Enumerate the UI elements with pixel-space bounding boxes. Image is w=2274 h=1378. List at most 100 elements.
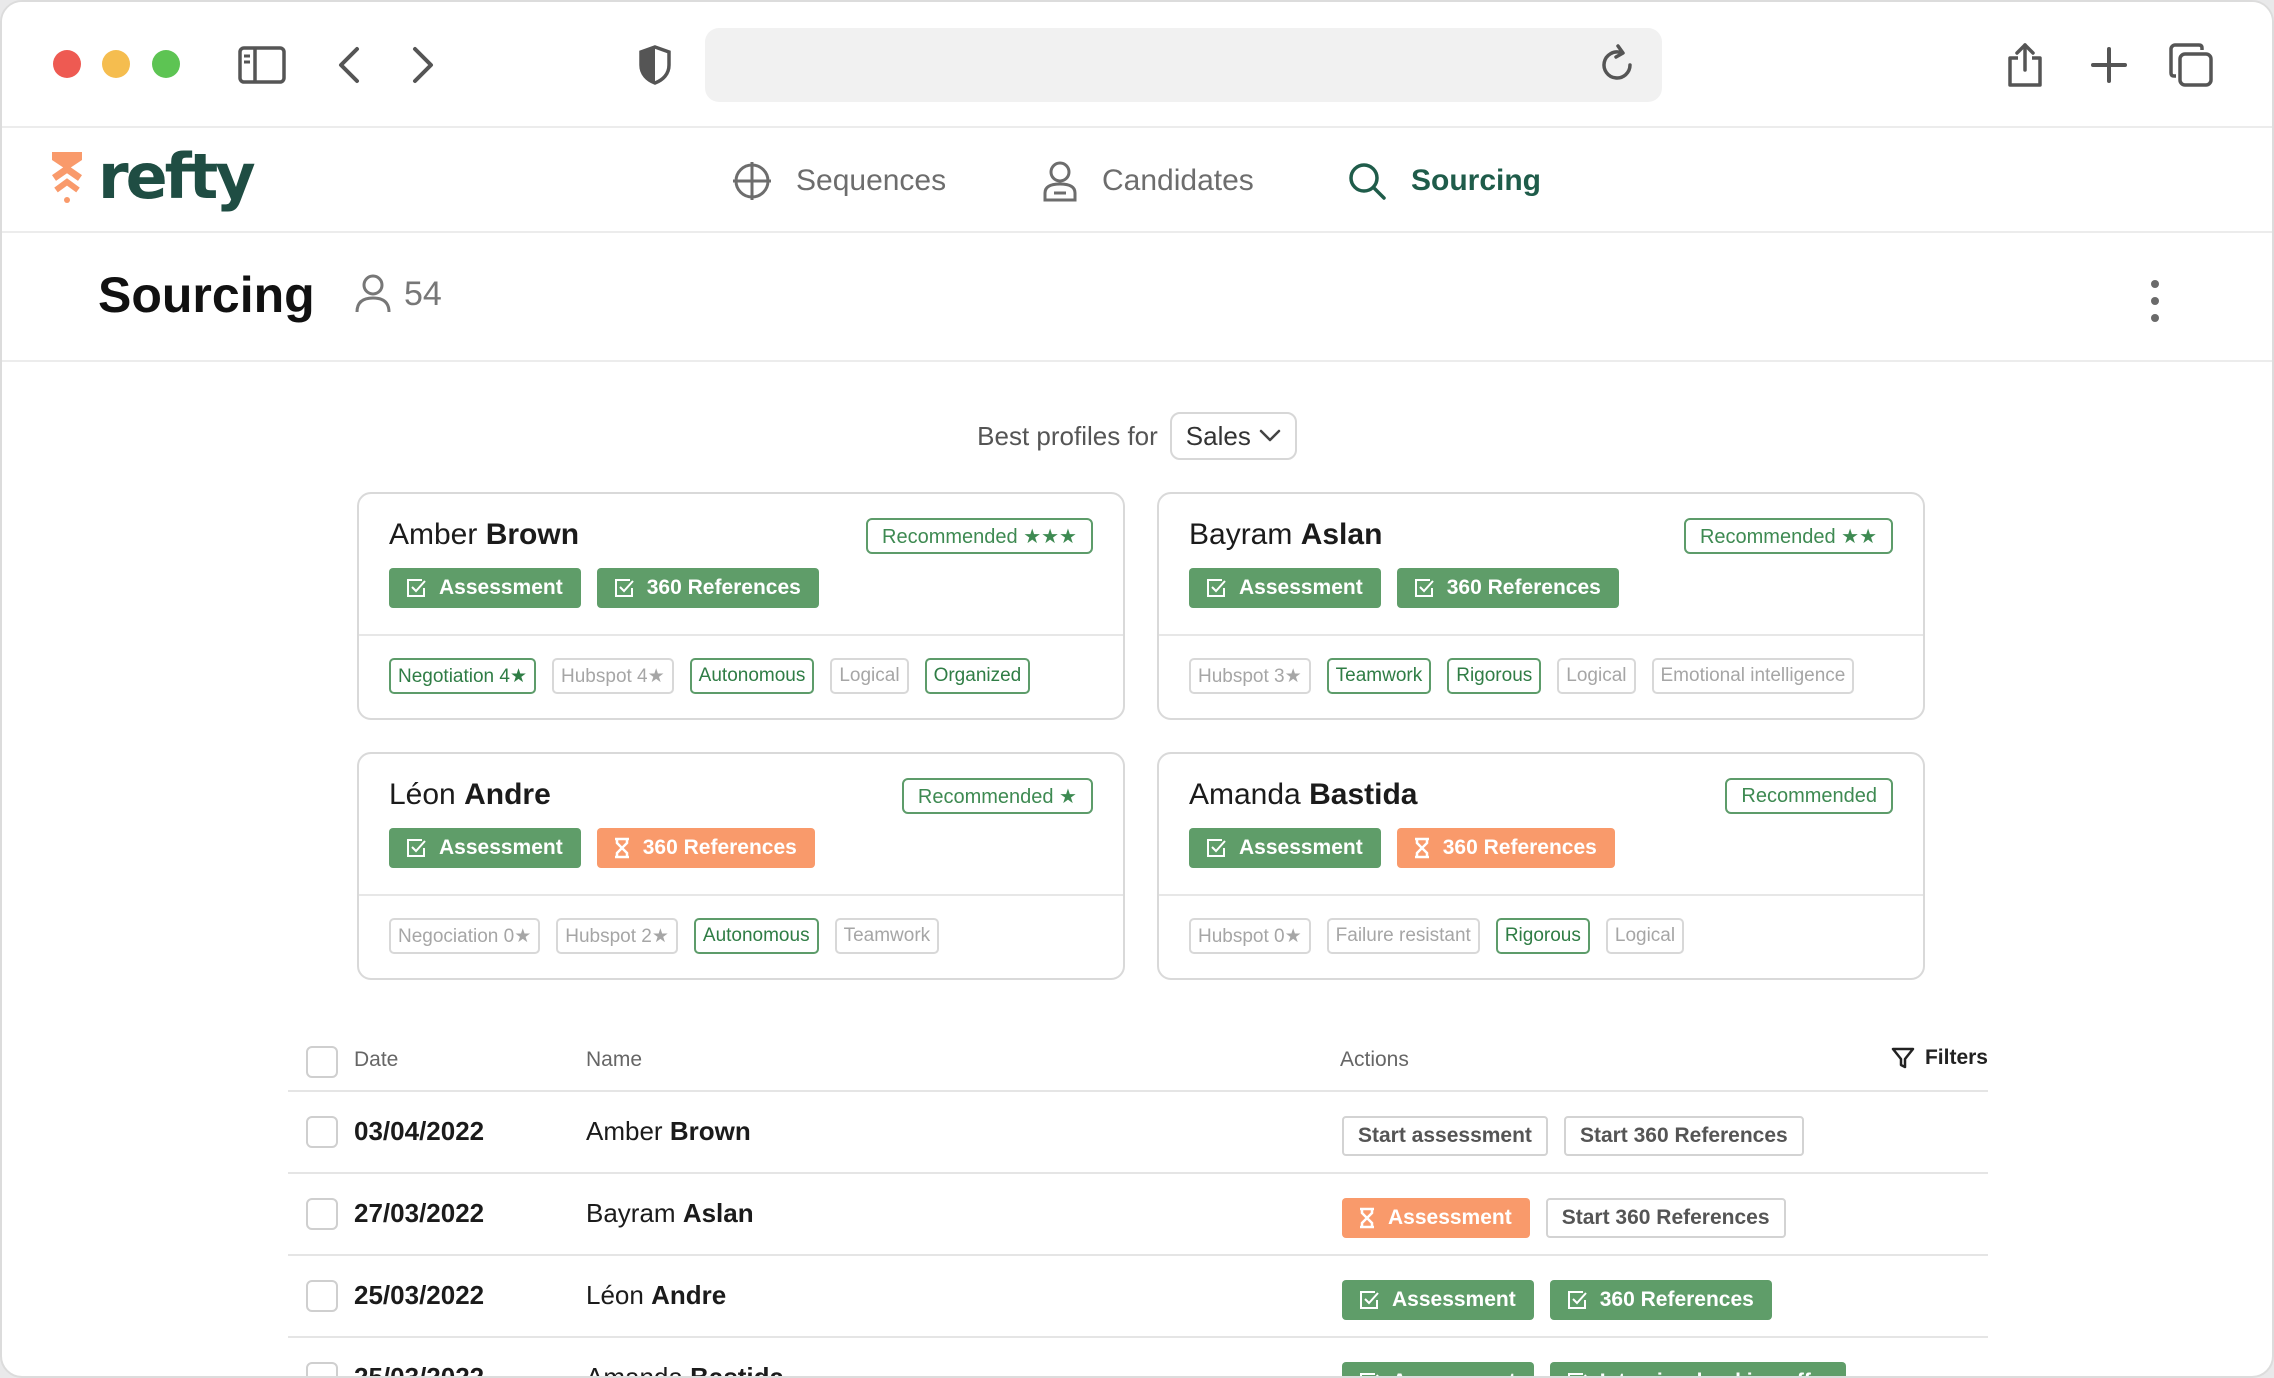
nav-sequences[interactable]: Sequences	[732, 130, 946, 231]
forward-icon[interactable]	[398, 40, 448, 90]
candidate-name[interactable]: Amanda Bastida	[1189, 778, 1417, 812]
filters-button[interactable]: Filters	[1891, 1046, 1988, 1070]
candidate-card[interactable]: Bayram Aslan Recommended ★★ Assessment 36…	[1157, 492, 1925, 720]
select-all-checkbox[interactable]	[306, 1046, 338, 1078]
reload-icon[interactable]	[1594, 42, 1640, 88]
skill-tag: Teamwork	[1326, 658, 1432, 694]
nav-sourcing[interactable]: Sourcing	[1347, 130, 1541, 231]
references-button[interactable]: 360 References	[596, 568, 819, 608]
table-row[interactable]: 25/03/2022 Amanda Bastida Assessment Inte…	[288, 1338, 1988, 1376]
candidate-card[interactable]: Amber Brown Recommended ★★★ Assessment 36…	[357, 492, 1125, 720]
minimize-window-button[interactable]	[102, 50, 130, 78]
table-header: Date Name Actions Filters	[288, 1032, 1988, 1092]
references-button[interactable]: 360 References	[596, 828, 815, 868]
row-name[interactable]: Amanda Bastida	[586, 1362, 784, 1376]
assessment-button[interactable]: Assessment	[1189, 828, 1381, 868]
skill-tag: Logical	[1605, 918, 1685, 954]
first-name: Bayram	[586, 1198, 676, 1228]
nav-label: Sourcing	[1411, 163, 1542, 197]
crosshair-icon	[733, 161, 771, 200]
name-column-header[interactable]: Name	[586, 1048, 642, 1072]
address-bar[interactable]	[705, 28, 1662, 102]
logo-wordmark: refty	[98, 140, 256, 213]
button-label: 360 References	[642, 836, 797, 859]
first-name: Léon	[389, 778, 456, 811]
last-name: Bastida	[1309, 778, 1418, 811]
logo-chevrons-icon	[52, 152, 82, 203]
app-header: refty Sequences Candidates Sourcing	[2, 130, 2272, 233]
button-label: Interview booking off...	[1600, 1370, 1829, 1376]
row-checkbox[interactable]	[306, 1198, 338, 1230]
action-button[interactable]: Start assessment	[1342, 1116, 1548, 1156]
candidate-name[interactable]: Bayram Aslan	[1189, 518, 1382, 552]
more-options-icon[interactable]	[2148, 280, 2162, 322]
candidate-name[interactable]: Amber Brown	[389, 518, 579, 552]
share-icon[interactable]	[2000, 40, 2050, 90]
action-button[interactable]: Assessment	[1342, 1362, 1534, 1376]
row-checkbox[interactable]	[306, 1280, 338, 1312]
tabs-overview-icon[interactable]	[2166, 40, 2216, 90]
date-column-header[interactable]: Date	[354, 1048, 398, 1072]
assessment-button[interactable]: Assessment	[389, 828, 581, 868]
action-button[interactable]: Assessment	[1342, 1280, 1534, 1320]
people-count-value: 54	[404, 274, 442, 313]
action-button[interactable]: Start 360 References	[1545, 1198, 1786, 1238]
skill-tag: Autonomous	[689, 658, 815, 694]
row-name[interactable]: Amber Brown	[586, 1116, 751, 1147]
candidate-card[interactable]: Léon Andre Recommended ★ Assessment 360 R…	[357, 752, 1125, 980]
action-button[interactable]: Start 360 References	[1563, 1116, 1804, 1156]
check-box-icon	[407, 839, 426, 857]
first-name: Léon	[586, 1280, 644, 1310]
row-name[interactable]: Léon Andre	[586, 1280, 726, 1311]
recommended-badge: Recommended ★★	[1683, 518, 1893, 554]
button-label: Assessment	[1239, 576, 1363, 599]
nav-label: Sequences	[796, 163, 947, 197]
table-row[interactable]: 03/04/2022 Amber Brown Start assessment S…	[288, 1092, 1988, 1174]
role-dropdown[interactable]: Sales	[1169, 412, 1297, 460]
skill-tag: Hubspot 4★	[552, 658, 674, 694]
new-tab-icon[interactable]	[2084, 40, 2134, 90]
filters-label: Filters	[1924, 1046, 1988, 1069]
action-button[interactable]: Assessment	[1342, 1198, 1530, 1238]
row-checkbox[interactable]	[306, 1116, 338, 1148]
recommended-badge: Recommended ★★★	[866, 518, 1093, 554]
nav-candidates[interactable]: Candidates	[1042, 130, 1254, 231]
sidebar-toggle-icon[interactable]	[237, 40, 287, 90]
skill-tag: Failure resistant	[1326, 918, 1480, 954]
back-icon[interactable]	[324, 40, 374, 90]
candidate-card[interactable]: Amanda Bastida Recommended Assessment 360…	[1157, 752, 1925, 980]
references-button[interactable]: 360 References	[1396, 828, 1615, 868]
refty-logo[interactable]: refty	[50, 140, 256, 213]
row-date: 03/04/2022	[354, 1116, 485, 1146]
button-label: Assessment	[439, 576, 563, 599]
last-name: Aslan	[682, 1198, 754, 1228]
check-box-icon	[1360, 1373, 1379, 1376]
row-actions: Assessment Interview booking off...	[1342, 1362, 1862, 1376]
assessment-button[interactable]: Assessment	[1189, 568, 1381, 608]
row-name[interactable]: Bayram Aslan	[586, 1198, 754, 1229]
check-box-icon	[1414, 579, 1434, 597]
skill-tags: Hubspot 3★ Teamwork Rigorous Logical Emotion…	[1189, 658, 1870, 694]
action-button[interactable]: 360 References	[1549, 1280, 1772, 1320]
maximize-window-button[interactable]	[152, 50, 180, 78]
actions-column-header: Actions	[1340, 1048, 1409, 1071]
row-checkbox[interactable]	[306, 1362, 338, 1376]
table-row[interactable]: 27/03/2022 Bayram Aslan Assessment Start …	[288, 1174, 1988, 1256]
shield-icon[interactable]	[630, 40, 680, 90]
candidate-name[interactable]: Léon Andre	[389, 778, 551, 812]
table-row[interactable]: 25/03/2022 Léon Andre Assessment 360 Refe…	[288, 1256, 1988, 1338]
assessment-button[interactable]: Assessment	[389, 568, 581, 608]
filter-icon	[1891, 1047, 1915, 1069]
skill-tag: Logical	[830, 658, 909, 694]
skill-tags: Negotiation 4★ Hubspot 4★ Autonomous Logica…	[389, 658, 1046, 694]
page-header: Sourcing 54	[2, 234, 2272, 362]
references-button[interactable]: 360 References	[1396, 568, 1619, 608]
card-header: Bayram Aslan Recommended ★★ Assessment 36…	[1159, 494, 1923, 636]
close-window-button[interactable]	[53, 50, 81, 78]
button-label: Assessment	[1239, 836, 1363, 859]
best-profiles-label: Best profiles for	[977, 420, 1158, 451]
skill-tags: Hubspot 0★ Failure resistant Rigorous Logic…	[1189, 918, 1700, 954]
first-name: Bayram	[1189, 518, 1293, 551]
action-button[interactable]: Interview booking off...	[1549, 1362, 1847, 1376]
button-label: Assessment	[1392, 1288, 1516, 1311]
